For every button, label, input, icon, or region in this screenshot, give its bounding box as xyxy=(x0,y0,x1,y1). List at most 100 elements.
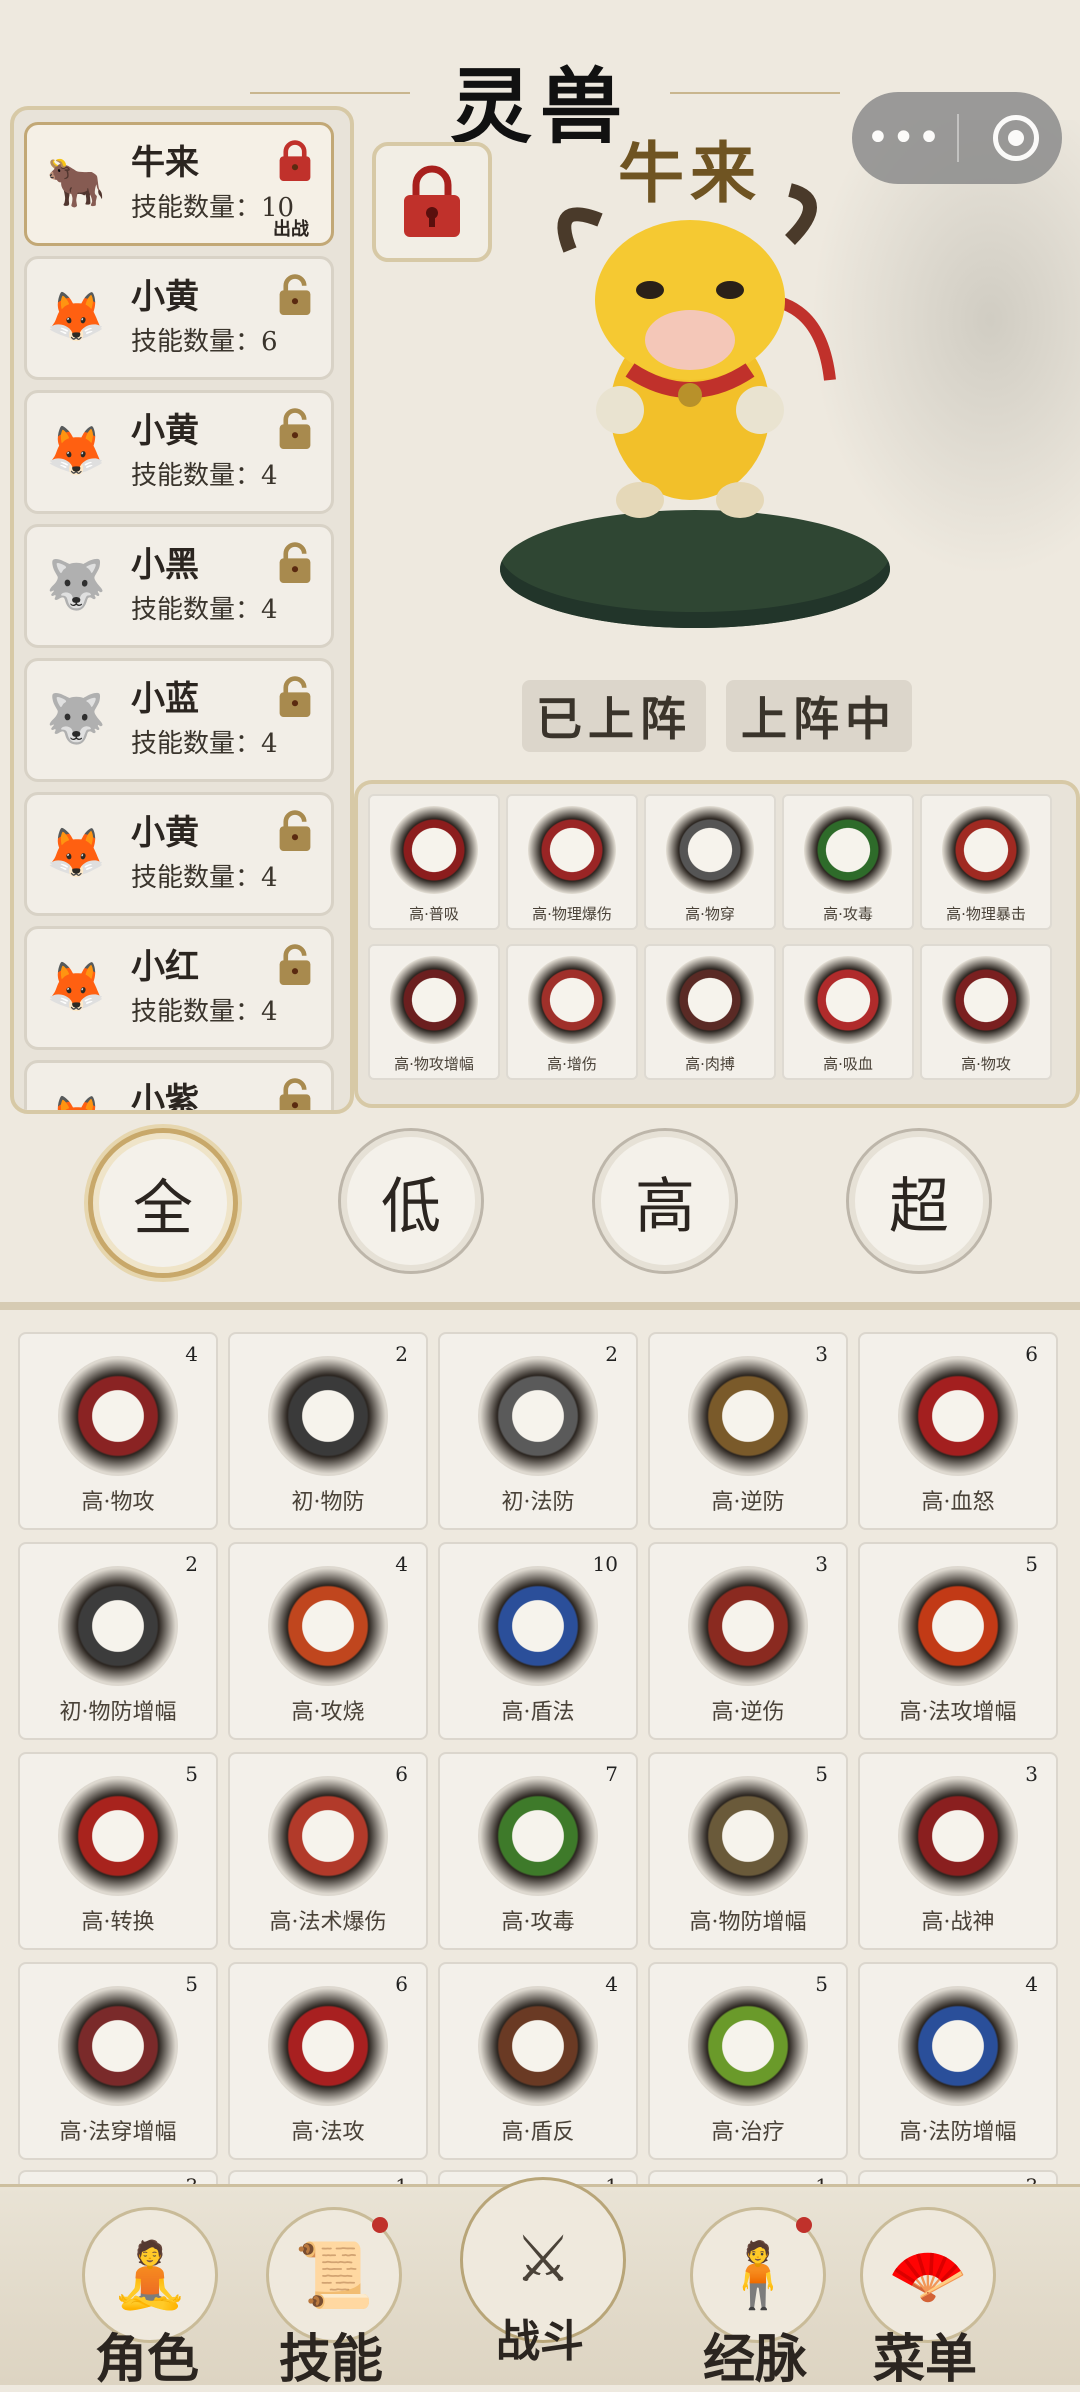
pet-ox-illustration xyxy=(557,183,836,518)
skill-icon xyxy=(804,956,892,1044)
skill-tile[interactable]: 5 高·法穿增幅 xyxy=(18,1962,218,2160)
equipped-skill-slot[interactable]: 高·物攻增幅 xyxy=(368,944,500,1080)
pet-card[interactable]: 🦊 小紫 xyxy=(24,1060,334,1114)
skill-tile[interactable]: 5 高·物防增幅 xyxy=(648,1752,848,1950)
rarity-filter-button[interactable]: 高 xyxy=(592,1128,738,1274)
equipped-skill-slot[interactable]: 高·吸血 xyxy=(782,944,914,1080)
nav-crossed-swords[interactable]: ⚔ 战斗 xyxy=(450,2177,630,2367)
pet-avatar: 🦊 xyxy=(46,288,106,345)
pet-name: 小黄 xyxy=(131,277,199,317)
skill-tile[interactable]: 4 高·盾反 xyxy=(438,1962,638,2160)
skill-label: 高·物防增幅 xyxy=(689,1910,807,1935)
lock-icon[interactable] xyxy=(275,1077,315,1110)
equipped-skill-slot[interactable]: 高·物穿 xyxy=(644,794,776,930)
skill-icon xyxy=(898,1566,1018,1686)
skill-tile[interactable]: 4 高·法防增幅 xyxy=(858,1962,1058,2160)
skill-tile[interactable]: 5 高·转换 xyxy=(18,1752,218,1950)
skill-label: 高·攻烧 xyxy=(291,1700,365,1725)
skill-tile[interactable]: 4 高·攻烧 xyxy=(228,1542,428,1740)
skill-tile[interactable]: 10 高·盾法 xyxy=(438,1542,638,1740)
skill-icon xyxy=(898,1356,1018,1476)
equipped-skill-slot[interactable]: 高·普吸 xyxy=(368,794,500,930)
skill-label: 高·物攻 xyxy=(81,1490,155,1515)
equipped-skill-slot[interactable]: 高·物理暴击 xyxy=(920,794,1052,930)
deployed-button[interactable]: 已上阵 xyxy=(522,680,706,752)
lock-icon[interactable] xyxy=(275,943,315,991)
rarity-filter-button[interactable]: 低 xyxy=(338,1128,484,1274)
pet-name: 小黑 xyxy=(131,545,199,585)
skill-count: 2 xyxy=(605,1342,618,1366)
nav-meditate-person[interactable]: 🧘 角色 xyxy=(72,2207,222,2390)
equipped-skill-slot[interactable]: 高·攻毒 xyxy=(782,794,914,930)
rarity-filter-button[interactable]: 超 xyxy=(846,1128,992,1274)
equipped-skill-slot[interactable]: 高·物攻 xyxy=(920,944,1052,1080)
rarity-filter-button[interactable]: 全 xyxy=(88,1128,238,1278)
skill-tile[interactable]: 3 高·逆伤 xyxy=(648,1542,848,1740)
skill-tile[interactable]: 4 高·物攻 xyxy=(18,1332,218,1530)
equipped-skill-slot[interactable]: 高·物理爆伤 xyxy=(506,794,638,930)
lock-icon[interactable] xyxy=(275,809,315,857)
deployed-badge: 出战 xyxy=(273,219,309,240)
skill-label: 高·逆防 xyxy=(711,1490,785,1515)
lock-icon[interactable] xyxy=(275,407,315,455)
skill-label: 高·盾反 xyxy=(501,2120,575,2145)
skill-tile[interactable]: 5 高·治疗 xyxy=(648,1962,848,2160)
skill-tile[interactable]: 3 高·战神 xyxy=(858,1752,1058,1950)
skill-label: 高·肉搏 xyxy=(685,1055,735,1073)
skill-icon xyxy=(688,1566,808,1686)
lock-icon[interactable] xyxy=(275,541,315,589)
skill-count: 6 xyxy=(395,1762,408,1786)
skill-tile[interactable]: 2 初·物防增幅 xyxy=(18,1542,218,1740)
nav-scroll[interactable]: 📜 技能 xyxy=(256,2207,406,2390)
skill-label: 初·物防 xyxy=(291,1490,365,1515)
skill-count: 5 xyxy=(1025,1552,1038,1576)
skill-count: 2 xyxy=(185,1552,198,1576)
skill-icon xyxy=(688,1356,808,1476)
equipped-skill-slot[interactable]: 高·肉搏 xyxy=(644,944,776,1080)
skill-icon xyxy=(666,806,754,894)
skill-icon xyxy=(268,1566,388,1686)
pet-list[interactable]: 🐂 牛来 技能数量：10 出战 🦊 小黄 技能数量：6 🦊 小黄 技能数量：4 🐺 小黑 技能数量：4 🐺… xyxy=(10,106,354,1114)
skill-icon xyxy=(268,1776,388,1896)
skill-tile[interactable]: 6 高·法攻 xyxy=(228,1962,428,2160)
equipped-skill-slot[interactable]: 高·增伤 xyxy=(506,944,638,1080)
pet-skill-count: 技能数量：4 xyxy=(131,997,278,1027)
skill-icon xyxy=(478,1986,598,2106)
lock-icon[interactable] xyxy=(275,273,315,321)
lock-icon[interactable] xyxy=(275,139,315,187)
nav-label: 战斗 xyxy=(496,2316,584,2367)
nav-meridian-figure[interactable]: 🧍 经脉 xyxy=(680,2207,830,2390)
pet-card[interactable]: 🦊 小红 技能数量：4 xyxy=(24,926,334,1050)
skill-tile[interactable]: 7 高·攻毒 xyxy=(438,1752,638,1950)
pet-card[interactable]: 🦊 小黄 技能数量：6 xyxy=(24,256,334,380)
skill-count: 7 xyxy=(605,1762,618,1786)
lock-icon[interactable] xyxy=(275,675,315,723)
skill-icon xyxy=(688,1776,808,1896)
pet-card[interactable]: 🦊 小黄 技能数量：4 xyxy=(24,792,334,916)
pet-avatar: 🐺 xyxy=(46,556,106,613)
pet-card[interactable]: 🐺 小蓝 技能数量：4 xyxy=(24,658,334,782)
nav-fan[interactable]: 🪭 菜单 xyxy=(850,2207,1000,2390)
skill-label: 高·法术爆伤 xyxy=(269,1910,387,1935)
pet-card[interactable]: 🐂 牛来 技能数量：10 出战 xyxy=(24,122,334,246)
skill-count: 4 xyxy=(1025,1972,1038,1996)
deploying-button[interactable]: 上阵中 xyxy=(726,680,912,752)
skill-tile[interactable]: 2 初·物防 xyxy=(228,1332,428,1530)
skill-tile[interactable]: 6 高·法术爆伤 xyxy=(228,1752,428,1950)
lock-toggle-button[interactable] xyxy=(372,142,492,262)
skill-label: 高·普吸 xyxy=(409,905,459,923)
skill-tile[interactable]: 5 高·法攻增幅 xyxy=(858,1542,1058,1740)
pet-card[interactable]: 🦊 小黄 技能数量：4 xyxy=(24,390,334,514)
skill-label: 高·转换 xyxy=(81,1910,155,1935)
skill-label: 高·攻毒 xyxy=(501,1910,575,1935)
skill-label: 高·增伤 xyxy=(547,1055,597,1073)
more-dots-icon[interactable]: ••• xyxy=(852,118,957,158)
pet-name: 小紫 xyxy=(131,1081,199,1114)
pet-name: 小红 xyxy=(131,947,199,987)
pet-card[interactable]: 🐺 小黑 技能数量：4 xyxy=(24,524,334,648)
skill-tile[interactable]: 3 高·逆防 xyxy=(648,1332,848,1530)
skill-icon xyxy=(268,1986,388,2106)
skill-tile[interactable]: 6 高·血怒 xyxy=(858,1332,1058,1530)
target-ring-icon[interactable] xyxy=(993,115,1039,161)
skill-tile[interactable]: 2 初·法防 xyxy=(438,1332,638,1530)
